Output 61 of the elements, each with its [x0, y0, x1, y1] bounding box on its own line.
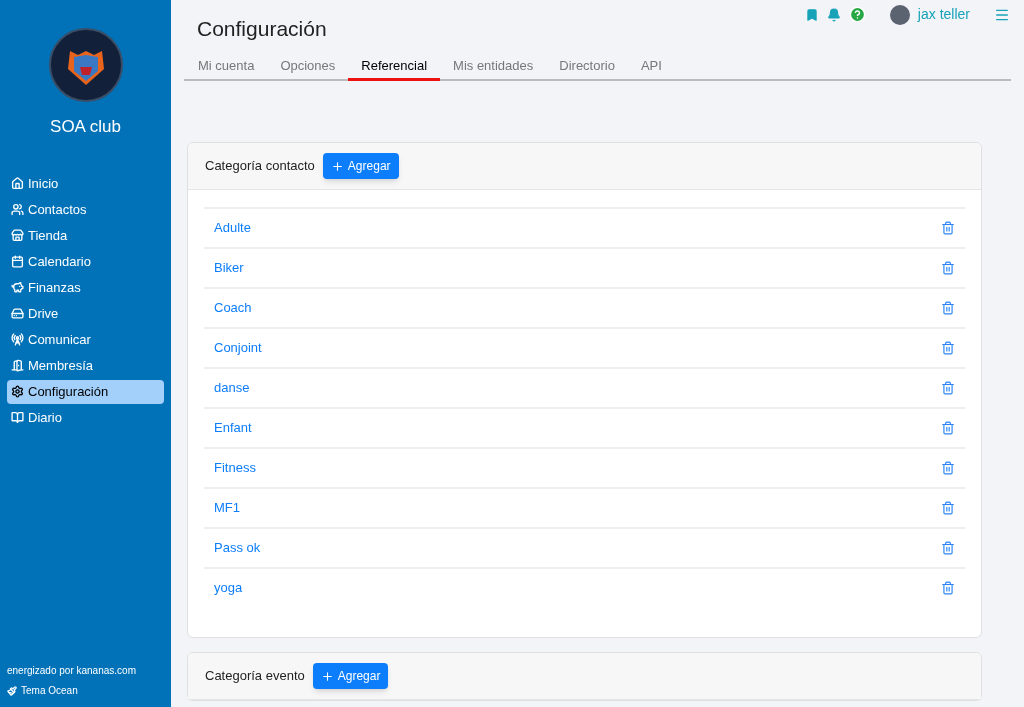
- sidebar-item[interactable]: Comunicar: [7, 327, 164, 352]
- category-link[interactable]: Adulte: [214, 218, 251, 238]
- antenna-icon: [11, 333, 24, 346]
- sidebar-item[interactable]: Configuración: [7, 379, 164, 404]
- theme-link[interactable]: Tema Ocean: [7, 683, 164, 698]
- category-link[interactable]: Coach: [214, 298, 252, 318]
- sidebar-item[interactable]: Diario: [7, 405, 164, 430]
- tab[interactable]: Referencial: [348, 55, 441, 81]
- category-link[interactable]: MF1: [214, 498, 240, 518]
- sidebar-item[interactable]: Membresía: [7, 353, 164, 378]
- sidebar-item[interactable]: Inicio: [7, 171, 164, 196]
- trash-icon[interactable]: [941, 581, 955, 595]
- trash-icon[interactable]: [941, 421, 955, 435]
- calendar-icon: [11, 255, 24, 268]
- user-name[interactable]: jax teller: [917, 4, 970, 25]
- trash-icon[interactable]: [941, 541, 955, 555]
- bell-icon[interactable]: [826, 7, 841, 22]
- card-title: Categoría contacto: [205, 157, 315, 176]
- trash-icon[interactable]: [941, 501, 955, 515]
- gear-icon: [11, 385, 24, 398]
- add-button[interactable]: Agregar: [312, 663, 389, 689]
- door-icon: [11, 359, 24, 372]
- piggy-bank-icon: [11, 281, 24, 294]
- sidebar-item[interactable]: Finanzas: [7, 275, 164, 300]
- trash-icon[interactable]: [941, 301, 955, 315]
- page-title: Configuración: [197, 16, 327, 42]
- home-icon: [11, 177, 24, 190]
- store-icon: [11, 229, 24, 242]
- sidebar-item[interactable]: Contactos: [7, 197, 164, 222]
- trash-icon[interactable]: [941, 461, 955, 475]
- category-link[interactable]: Biker: [214, 258, 244, 278]
- add-button[interactable]: Agregar: [322, 153, 399, 179]
- tab[interactable]: Opciones: [267, 55, 349, 79]
- users-icon: [11, 203, 24, 216]
- club-name: SOA club: [50, 116, 121, 138]
- card-title: Categoría evento: [205, 667, 305, 686]
- drive-icon: [11, 307, 24, 320]
- tab[interactable]: API: [627, 55, 675, 79]
- tab[interactable]: Mis entidades: [440, 55, 547, 79]
- plus-icon: [320, 669, 334, 683]
- category-link[interactable]: yoga: [214, 578, 243, 598]
- tab[interactable]: Directorio: [546, 55, 628, 79]
- trash-icon[interactable]: [941, 341, 955, 355]
- trash-icon[interactable]: [941, 221, 955, 235]
- category-link[interactable]: Enfant: [214, 418, 252, 438]
- sidebar-item[interactable]: Tienda: [7, 223, 164, 248]
- trash-icon[interactable]: [941, 261, 955, 275]
- bookmark-icon[interactable]: [804, 7, 819, 22]
- sidebar-item[interactable]: Calendario: [7, 249, 164, 274]
- trash-icon[interactable]: [941, 381, 955, 395]
- sidebar-item[interactable]: Drive: [7, 301, 164, 326]
- tab[interactable]: Mi cuenta: [185, 55, 268, 79]
- help-icon[interactable]: [848, 6, 866, 23]
- category-link[interactable]: danse: [214, 378, 250, 398]
- book-icon: [11, 411, 24, 424]
- plus-icon: [330, 159, 344, 173]
- category-link[interactable]: Pass ok: [214, 538, 261, 558]
- category-link[interactable]: Fitness: [214, 458, 256, 478]
- user-avatar[interactable]: [889, 4, 910, 25]
- powered-by-text: energizado por kananas.com: [7, 664, 137, 678]
- category-link[interactable]: Conjoint: [214, 338, 262, 358]
